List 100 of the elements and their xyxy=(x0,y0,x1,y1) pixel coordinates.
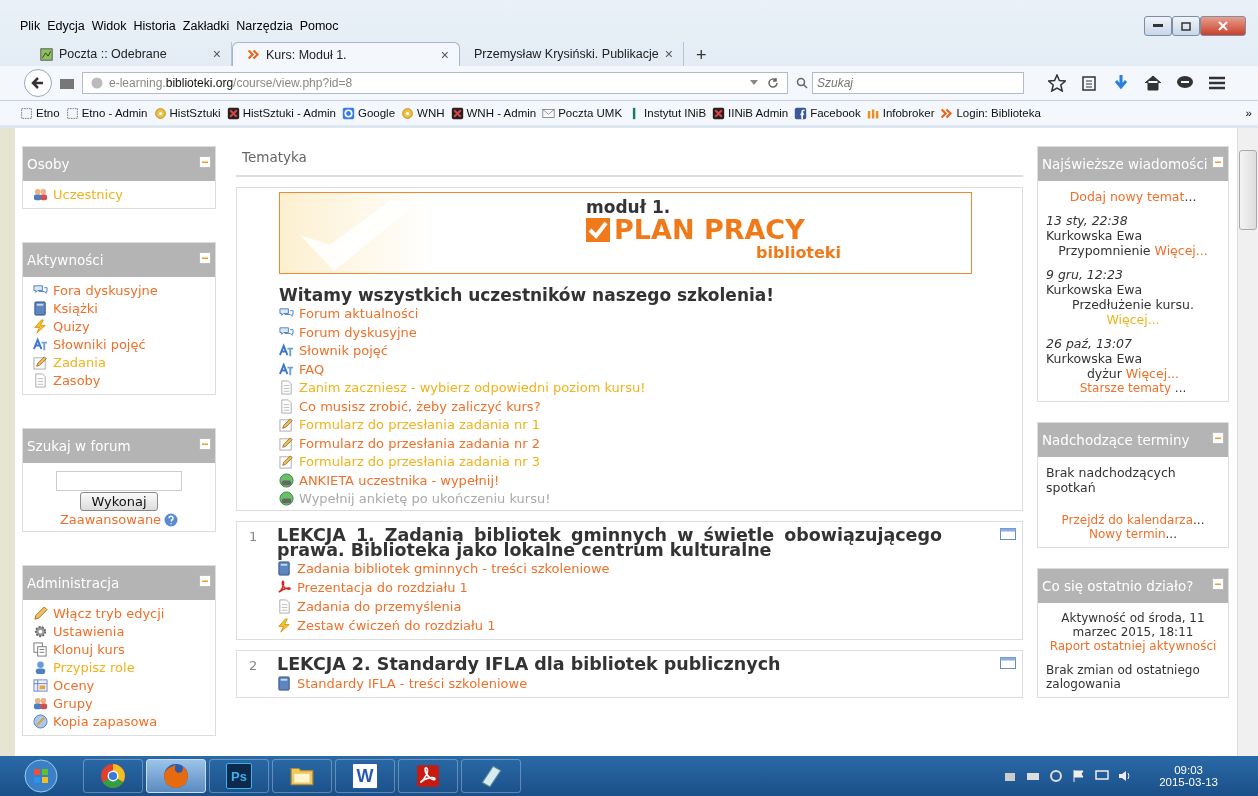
tab-close-button[interactable]: × xyxy=(440,46,449,63)
bookmark[interactable]: HistSztuki xyxy=(169,107,221,119)
menu-item[interactable]: Plik xyxy=(20,19,41,33)
restore-button[interactable] xyxy=(1172,16,1200,36)
bookmark[interactable]: Google xyxy=(357,107,396,119)
advanced-link[interactable]: Zaawansowane xyxy=(59,512,162,527)
activity-link[interactable]: Formularz do przesłania zadania nr 2 xyxy=(299,435,540,451)
download-icon[interactable] xyxy=(1112,74,1130,92)
glossary-icon xyxy=(279,361,294,377)
activity-link[interactable]: Formularz do przesłania zadania nr 3 xyxy=(299,454,540,469)
word-icon: W xyxy=(352,763,378,789)
more-link[interactable]: Więcej... xyxy=(1125,366,1180,381)
search-field[interactable]: Szukaj xyxy=(812,72,1024,94)
activity-link[interactable]: Wypełnij ankietę po ukończeniu kursu! xyxy=(299,491,551,506)
more-link[interactable]: Więcej... xyxy=(1106,312,1160,327)
taskbar-app[interactable]: Ps xyxy=(209,759,269,793)
home-icon[interactable] xyxy=(1144,74,1162,92)
activity-link[interactable]: Zadania bibliotek gminnych - treści szkoleniowe xyxy=(297,561,610,576)
bookmark[interactable]: WNH - Admin xyxy=(466,107,537,119)
search-field[interactable] xyxy=(56,471,182,491)
activity-link[interactable]: Słownik pojęć xyxy=(299,343,388,358)
post-date: 13 sty, 22:38 xyxy=(1046,213,1129,228)
activity-link[interactable]: Zestaw ćwiczeń do rozdziału 1 xyxy=(297,618,496,633)
activity-link[interactable]: Słowniki pojęć xyxy=(53,337,146,352)
activity-link[interactable]: Uczestnicy xyxy=(53,187,124,202)
activity-link[interactable]: Oceny xyxy=(53,678,95,693)
bookmark[interactable]: Instytut INiB xyxy=(644,107,707,119)
activity-link[interactable]: Zasoby xyxy=(53,373,101,388)
post-author: Kurkowska Ewa xyxy=(1046,282,1144,297)
browser-tab[interactable]: Kurs: Moduł 1. × xyxy=(232,42,460,66)
bookmark[interactable]: WNH xyxy=(417,107,445,119)
activity-link[interactable]: Zadania do przemyślenia xyxy=(297,599,462,614)
menu-item[interactable]: Historia xyxy=(133,19,176,33)
activity-link[interactable]: FAQ xyxy=(299,361,325,377)
bookmark[interactable]: Poczta UMK xyxy=(558,107,623,119)
circle-icon[interactable] xyxy=(1049,769,1064,783)
bookmark[interactable]: HistSztuki - Admin xyxy=(242,107,336,119)
minimize-button[interactable] xyxy=(1144,16,1172,36)
help-icon[interactable] xyxy=(164,512,179,527)
dropdown-icon[interactable] xyxy=(749,77,759,87)
tab-close-button[interactable]: × xyxy=(212,46,221,62)
calendar-link[interactable]: Nowy termin xyxy=(1089,527,1166,541)
bookmark[interactable]: IINiB Admin xyxy=(728,107,789,119)
activity-link[interactable]: Grupy xyxy=(53,696,93,711)
activity-link[interactable]: Quizy xyxy=(53,319,90,334)
flag-icon[interactable] xyxy=(1072,769,1087,783)
bookmark[interactable]: Etno - Admin xyxy=(81,107,148,119)
activity-link[interactable]: Przypisz role xyxy=(53,660,135,675)
menu-item[interactable]: Pomoc xyxy=(299,19,339,33)
window-icon[interactable] xyxy=(1000,528,1016,540)
bookmark[interactable]: Etno xyxy=(36,107,60,119)
activity-link[interactable]: Książki xyxy=(53,301,98,316)
star-icon[interactable] xyxy=(1048,74,1066,92)
activity-report-link[interactable]: Raport ostatniej aktywności xyxy=(1049,639,1217,653)
activity-link[interactable]: Standardy IFLA - treści szkoleniowe xyxy=(297,675,528,691)
bookmark[interactable]: Facebook xyxy=(810,107,861,119)
activity-link[interactable]: Ustawienia xyxy=(53,624,125,639)
speaker-icon[interactable] xyxy=(1118,769,1133,783)
activity-link[interactable]: Forum dyskusyjne xyxy=(299,324,417,340)
start-button[interactable] xyxy=(22,759,60,793)
menu-item[interactable]: Narzędzia xyxy=(236,19,293,33)
menu-icon[interactable] xyxy=(1208,74,1226,92)
tab-close-button[interactable]: × xyxy=(664,46,673,62)
monitor-icon[interactable] xyxy=(1095,769,1110,783)
empty-message: Brak nadchodzących spotkań xyxy=(1046,465,1177,495)
address-bar[interactable]: e-learning.biblioteki.org/course/view.php?id=8 xyxy=(82,72,788,94)
more-link[interactable]: Więcej... xyxy=(1154,243,1208,258)
window-icon[interactable] xyxy=(1000,657,1016,669)
activity-link[interactable]: Fora dyskusyjne xyxy=(53,283,158,298)
activity-link[interactable]: Co musisz zrobić, żeby zaliczyć kurs? xyxy=(299,398,541,414)
activity-link[interactable]: Kopia zapasowa xyxy=(53,714,158,729)
scrollbar[interactable] xyxy=(1237,128,1258,756)
reload-icon[interactable] xyxy=(767,77,779,89)
activity-link[interactable]: Zanim zaczniesz - wybierz odpowiedni poziom kursu! xyxy=(299,380,646,395)
calendar-link[interactable]: Przejdź do kalendarza xyxy=(1061,513,1193,527)
activity-link[interactable]: ANKIETA uczestnika - wypełnij! xyxy=(299,472,500,488)
bookmark[interactable]: Login: Biblioteka xyxy=(956,107,1041,119)
new-tab-button[interactable]: + xyxy=(683,45,719,66)
activity-link[interactable]: Klonuj kurs xyxy=(53,642,125,657)
activity-link[interactable]: Formularz do przesłania zadania nr 1 xyxy=(299,417,540,432)
activity-link[interactable]: Prezentacja do rozdziału 1 xyxy=(297,580,468,595)
activity-link[interactable]: Włącz tryb edycji xyxy=(53,606,165,621)
add-topic-link[interactable]: Dodaj nowy temat xyxy=(1069,189,1185,204)
older-topics-link[interactable]: Starsze tematy xyxy=(1079,381,1171,395)
close-button[interactable] xyxy=(1200,16,1246,36)
clipboard-icon[interactable] xyxy=(1080,74,1098,92)
table-icon xyxy=(33,678,48,693)
search-button[interactable]: Wykonaj xyxy=(80,492,158,511)
bookmark[interactable]: Infobroker xyxy=(882,107,935,119)
menu-item[interactable]: Zakładki xyxy=(182,19,230,33)
activity-link[interactable]: Forum aktualności xyxy=(299,306,419,321)
clock[interactable]: 09:03 2015-03-13 xyxy=(1159,764,1218,788)
taskbar-app[interactable] xyxy=(146,759,206,793)
activity-link[interactable]: Zadania xyxy=(53,355,106,370)
taskbar-app[interactable]: W xyxy=(335,759,395,793)
back-button[interactable] xyxy=(24,69,52,97)
menu-item[interactable]: Widok xyxy=(91,19,127,33)
book-icon xyxy=(277,675,292,691)
more-bookmarks-button[interactable]: » xyxy=(1245,107,1252,119)
menu-item[interactable]: Edycja xyxy=(47,19,85,33)
